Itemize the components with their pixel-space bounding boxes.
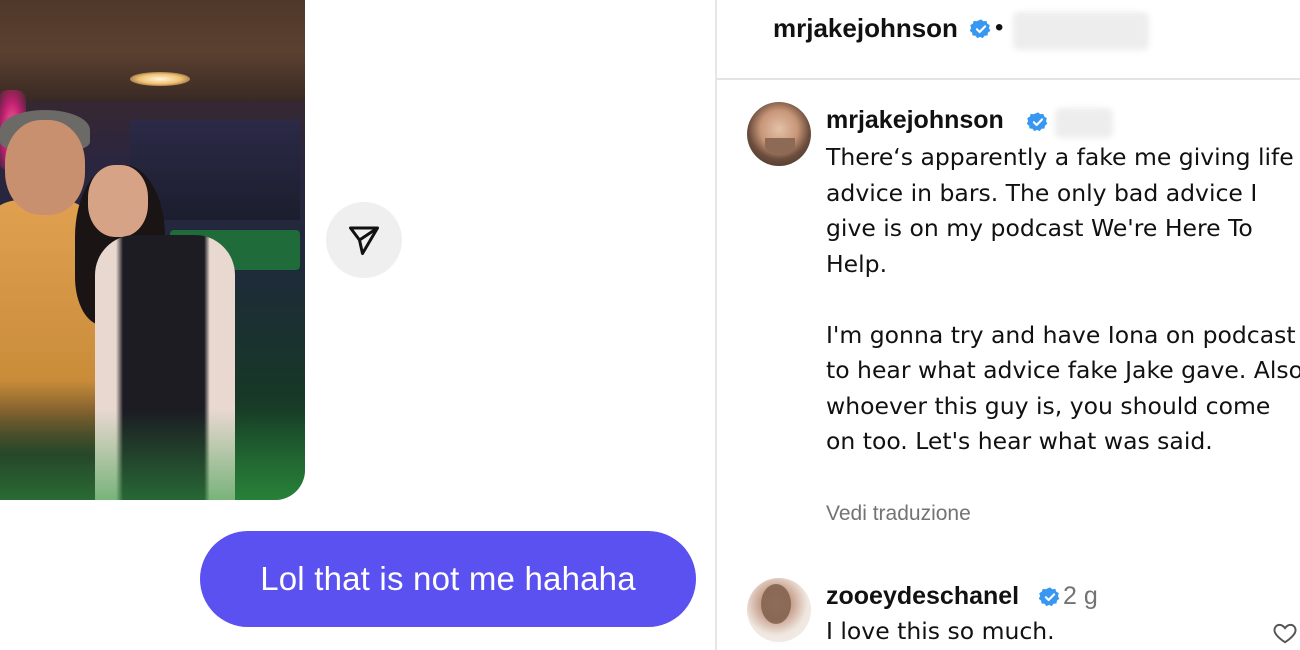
avatar[interactable]: [747, 102, 811, 166]
shared-photo[interactable]: [0, 0, 305, 500]
verified-badge-icon: [970, 18, 992, 40]
caption-username[interactable]: mrjakejohnson: [826, 106, 1004, 135]
verified-badge-icon: [1039, 586, 1061, 608]
like-comment-heart-icon[interactable]: [1272, 620, 1298, 650]
send-icon: [349, 226, 379, 255]
dm-conversation: Lol that is not me hahaha: [0, 0, 715, 650]
avatar[interactable]: [747, 578, 811, 642]
comment-username[interactable]: zooeydeschanel: [826, 582, 1019, 611]
header-username[interactable]: mrjakejohnson: [773, 13, 958, 44]
caption-text: There‘s apparently a fake me giving life…: [826, 143, 1300, 455]
header-separator: •: [995, 14, 1004, 41]
share-button[interactable]: [326, 202, 402, 278]
post-panel: mrjakejohnson • mrjakejohnson There‘s ap…: [717, 0, 1300, 650]
comment-timestamp: 2 g: [1063, 582, 1098, 610]
see-translation-link[interactable]: Vedi traduzione: [826, 502, 971, 526]
post-header: mrjakejohnson •: [717, 0, 1300, 80]
redacted-follow-area: [1013, 12, 1149, 50]
redacted-time: [1055, 108, 1113, 138]
message-text: Lol that is not me hahaha: [260, 560, 636, 597]
comment-text: I love this so much.: [826, 617, 1055, 645]
message-bubble[interactable]: Lol that is not me hahaha: [200, 531, 696, 627]
verified-badge-icon: [1027, 111, 1049, 133]
